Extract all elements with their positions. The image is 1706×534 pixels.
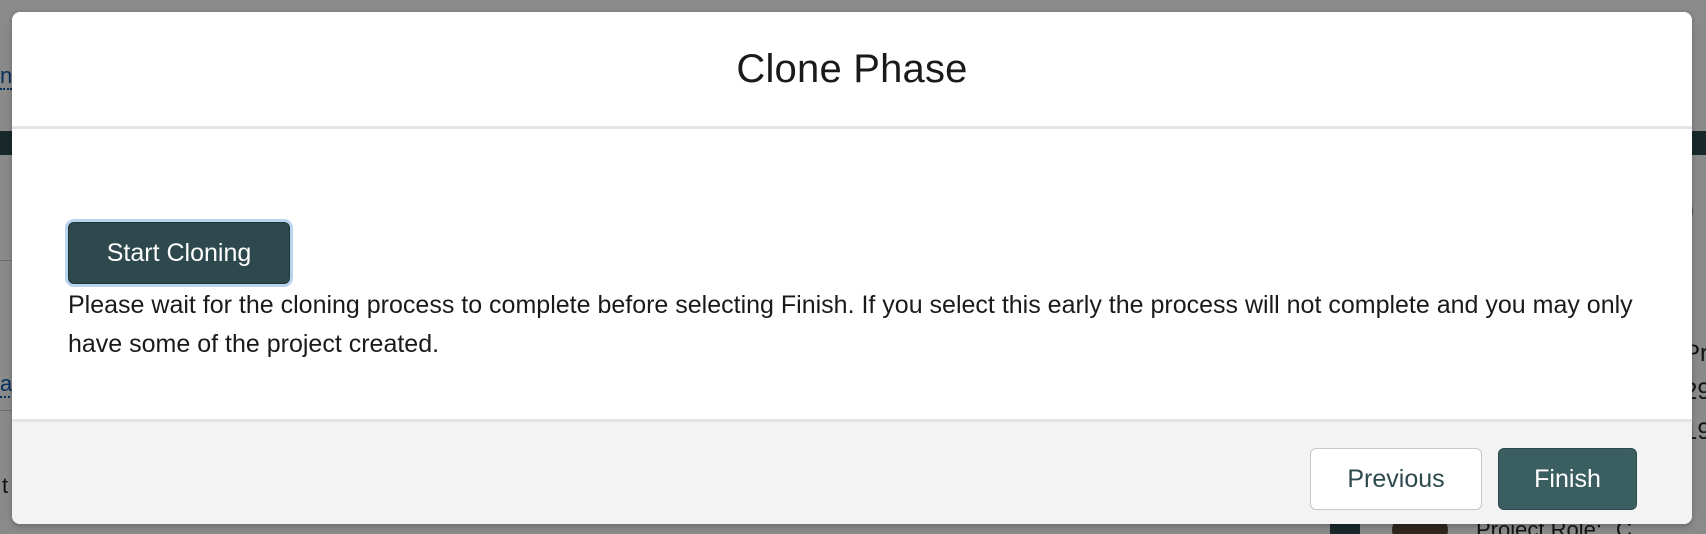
modal-body: Start Cloning Please wait for the clonin…: [12, 129, 1692, 419]
cloning-instructions: Please wait for the cloning process to c…: [68, 291, 1633, 358]
previous-button[interactable]: Previous: [1310, 448, 1482, 510]
clone-phase-modal: Clone Phase Start Cloning Please wait fo…: [12, 12, 1692, 524]
modal-footer: Previous Finish: [12, 419, 1692, 524]
modal-title: Clone Phase: [736, 46, 968, 91]
finish-button[interactable]: Finish: [1498, 448, 1637, 510]
modal-header: Clone Phase: [12, 12, 1692, 129]
start-cloning-button[interactable]: Start Cloning: [68, 222, 290, 284]
